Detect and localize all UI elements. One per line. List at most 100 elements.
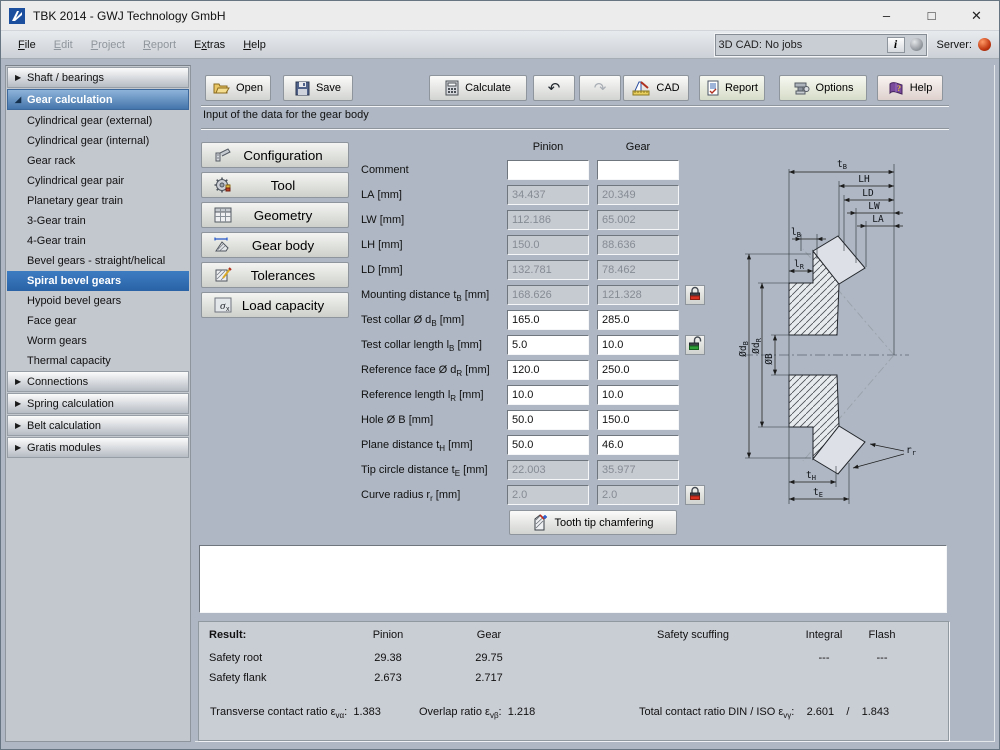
lock-closed-button-curve-radius-r-r[interactable] [685, 485, 705, 505]
label-tip-circle-distance-t-e: Tip circle distance tE [mm] [361, 460, 488, 480]
sidebar-section-connections[interactable]: ▶Connections [7, 371, 189, 392]
collapsed-triangle-icon: ▶ [15, 421, 27, 430]
menu-item-project: Project [91, 39, 125, 51]
hole-b-gear-input[interactable] [597, 410, 679, 430]
pinion-column-header: Pinion [507, 141, 589, 153]
calculate-button[interactable]: Calculate [429, 75, 527, 101]
label-reference-length-l-r: Reference length lR [mm] [361, 385, 484, 405]
minimize-button[interactable]: – [864, 1, 909, 31]
reference-length-l-r-gear-input[interactable] [597, 385, 679, 405]
label-test-collar-length-l-b: Test collar length lB [mm] [361, 335, 482, 355]
svg-text:?: ? [897, 84, 901, 93]
help-button[interactable]: ? Help [877, 75, 943, 101]
report-button[interactable]: Report [699, 75, 765, 101]
dim-tE: tE [813, 487, 823, 499]
comment-gear-input[interactable] [597, 160, 679, 180]
dim-tH: tH [806, 470, 816, 482]
save-button[interactable]: Save [283, 75, 353, 101]
title-bar: TBK 2014 - GWJ Technology GmbH – □ ✕ [1, 1, 999, 31]
plane-distance-t-h-pinion-input[interactable] [507, 435, 589, 455]
help-label: Help [910, 82, 933, 94]
lh-gear-input [597, 235, 679, 255]
reference-face-d-r-pinion-input[interactable] [507, 360, 589, 380]
tab-geometry-button[interactable]: Geometry [201, 202, 349, 228]
safety-root-gear: 29.75 [459, 652, 519, 664]
safety-root-pinion: 29.38 [358, 652, 418, 664]
collapsed-triangle-icon: ▶ [15, 377, 27, 386]
sidebar-section-gratis-modules[interactable]: ▶Gratis modules [7, 437, 189, 458]
tooth-tip-chamfering-button[interactable]: Tooth tip chamfering [509, 510, 677, 535]
sidebar-item-gear-rack[interactable]: Gear rack [7, 151, 189, 171]
result-col-pinion: Pinion [358, 629, 418, 641]
menu-item-file[interactable]: File [18, 39, 36, 51]
options-button[interactable]: Options [779, 75, 867, 101]
reference-face-d-r-gear-input[interactable] [597, 360, 679, 380]
plane-distance-t-h-gear-input[interactable] [597, 435, 679, 455]
cad-info-button[interactable]: i [887, 37, 905, 53]
sidebar-item-thermal-capacity[interactable]: Thermal capacity [7, 351, 189, 371]
reference-length-l-r-pinion-input[interactable] [507, 385, 589, 405]
tab-load-capacity-button[interactable]: σxLoad capacity [201, 292, 349, 318]
maximize-button[interactable]: □ [909, 1, 954, 31]
sidebar-item-worm-gears[interactable]: Worm gears [7, 331, 189, 351]
gear-body-icon [208, 236, 238, 254]
sidebar-section-label: Belt calculation [27, 420, 101, 432]
result-col-integral: Integral [794, 629, 854, 641]
result-col-gear: Gear [459, 629, 519, 641]
test-collar-length-l-b-pinion-input[interactable] [507, 335, 589, 355]
tab-configuration-button[interactable]: Configuration [201, 142, 349, 168]
hole-b-pinion-input[interactable] [507, 410, 589, 430]
sidebar-item-bevel-gears-straight-helical[interactable]: Bevel gears - straight/helical [7, 251, 189, 271]
sidebar-item-planetary-gear-train[interactable]: Planetary gear train [7, 191, 189, 211]
sidebar-item-cylindrical-gear-external-[interactable]: Cylindrical gear (external) [7, 111, 189, 131]
message-box [199, 545, 947, 613]
app-logo-icon [9, 8, 25, 24]
comment-pinion-input[interactable] [507, 160, 589, 180]
close-button[interactable]: ✕ [954, 1, 999, 31]
tab-tool-button[interactable]: Tool [201, 172, 349, 198]
cad-icon [632, 80, 650, 96]
sidebar-item-cylindrical-gear-pair[interactable]: Cylindrical gear pair [7, 171, 189, 191]
toolbar-separator [201, 105, 949, 107]
window-title: TBK 2014 - GWJ Technology GmbH [33, 9, 226, 23]
menu-item-help[interactable]: Help [243, 39, 266, 51]
lock-closed-button-mounting-distance-t-b[interactable] [685, 285, 705, 305]
sidebar-section-belt-calculation[interactable]: ▶Belt calculation [7, 415, 189, 436]
sidebar-section-gear-calculation[interactable]: ◢Gear calculation [7, 89, 189, 110]
sidebar-item-spiral-bevel-gears[interactable]: Spiral bevel gears [7, 271, 189, 291]
sidebar-item-hypoid-bevel-gears[interactable]: Hypoid bevel gears [7, 291, 189, 311]
ld-pinion-input [507, 260, 589, 280]
cad-button[interactable]: CAD [623, 75, 689, 101]
label-plane-distance-t-h: Plane distance tH [mm] [361, 435, 473, 455]
lock-open-button-test-collar-length-l-b[interactable] [685, 335, 705, 355]
overlap-ratio: Overlap ratio εvβ: 1.218 [419, 706, 535, 720]
test-collar-d-b-gear-input[interactable] [597, 310, 679, 330]
collapsed-triangle-icon: ▶ [15, 399, 27, 408]
tab-tolerances-button[interactable]: Tolerances [201, 262, 349, 288]
chamfer-icon [532, 514, 548, 531]
test-collar-d-b-pinion-input[interactable] [507, 310, 589, 330]
report-label: Report [725, 82, 758, 94]
menu-item-extras[interactable]: Extras [194, 39, 225, 51]
redo-button[interactable]: ↷ [579, 75, 621, 101]
close-icon: ✕ [971, 8, 982, 24]
sidebar-item-face-gear[interactable]: Face gear [7, 311, 189, 331]
redo-icon: ↷ [594, 79, 607, 97]
sidebar-item-4-gear-train[interactable]: 4-Gear train [7, 231, 189, 251]
sidebar-section-label: Spring calculation [27, 398, 114, 410]
undo-button[interactable]: ↶ [533, 75, 575, 101]
open-button[interactable]: Open [205, 75, 271, 101]
dim-dB: ØdB [739, 341, 750, 357]
save-label: Save [316, 82, 341, 94]
sidebar-section-shaft-bearings[interactable]: ▶Shaft / bearings [7, 67, 189, 88]
result-title: Result: [209, 629, 246, 641]
sidebar-section-spring-calculation[interactable]: ▶Spring calculation [7, 393, 189, 414]
sidebar-item-3-gear-train[interactable]: 3-Gear train [7, 211, 189, 231]
sidebar-item-cylindrical-gear-internal-[interactable]: Cylindrical gear (internal) [7, 131, 189, 151]
geometry-icon [208, 206, 238, 224]
curve-radius-r-r-gear-input [597, 485, 679, 505]
tab-gear-body-button[interactable]: Gear body [201, 232, 349, 258]
result-panel: Result: Pinion Gear Safety scuffing Inte… [198, 621, 949, 741]
open-label: Open [236, 82, 263, 94]
test-collar-length-l-b-gear-input[interactable] [597, 335, 679, 355]
